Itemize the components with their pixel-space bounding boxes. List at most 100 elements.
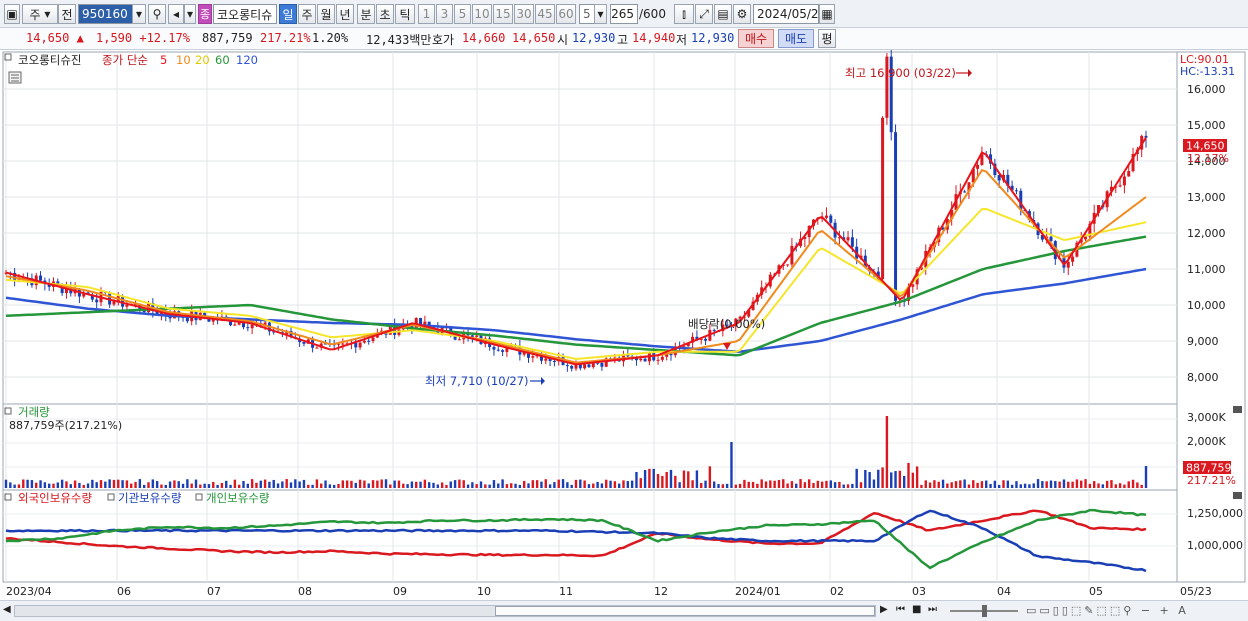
volume-bar — [324, 480, 327, 488]
bid-price: 14,650 — [512, 31, 556, 45]
code-dropdown-icon[interactable]: ▾ — [132, 4, 146, 24]
volume-bar — [475, 484, 478, 488]
volume-bar — [587, 484, 591, 488]
volume-bar — [566, 482, 569, 488]
volume-bar — [561, 479, 565, 488]
scroll-thumb[interactable] — [495, 606, 875, 616]
interval-45-button[interactable]: 45 — [535, 4, 555, 24]
volume-bar — [708, 466, 712, 488]
volume-bar — [756, 483, 759, 488]
volume-bar — [885, 416, 889, 488]
volume-bar — [531, 480, 535, 488]
volume-bar — [605, 479, 608, 488]
volume-bar — [1002, 480, 1005, 488]
volume-bar — [432, 482, 435, 488]
volume-bar — [527, 483, 530, 488]
interval-10-button[interactable]: 10 — [472, 4, 492, 24]
stock-name-field[interactable]: 코오롱티슈 — [213, 4, 277, 24]
volume-bar — [868, 472, 871, 488]
code-input[interactable]: 950160 — [78, 4, 136, 24]
window-icon[interactable]: ▣ — [4, 4, 20, 24]
gear-icon[interactable]: ⚙ — [733, 4, 751, 24]
candle-body — [552, 360, 556, 362]
interval-15-button[interactable]: 15 — [493, 4, 513, 24]
draw-tool-icon[interactable]: ⤢ — [695, 4, 713, 24]
volume-panel-close-icon[interactable] — [1233, 406, 1242, 413]
last-price-value: 14,650 — [1186, 140, 1225, 153]
holder-tick-1000000: 1,000,000 — [1187, 539, 1243, 552]
volume-bar — [1114, 484, 1117, 488]
interval-30-button[interactable]: 30 — [514, 4, 534, 24]
volume-bar — [492, 480, 496, 488]
volume-bar — [1049, 480, 1053, 488]
bottom-bar: ◀ ▶ ⏮ ■ ⏭ ▭▭▯▯⬚✎⬚⬚⚲ − + A — [0, 600, 1248, 621]
zoom-slider-handle[interactable] — [982, 605, 987, 617]
candle-body — [850, 237, 854, 247]
rewind-icon[interactable]: ⏮ — [896, 604, 905, 615]
period-month-button[interactable]: 월 — [317, 4, 335, 24]
volume-bar — [328, 484, 332, 488]
save-icon[interactable]: ▤ — [714, 4, 732, 24]
volume-bar — [242, 480, 245, 488]
interval-3-button[interactable]: 3 — [436, 4, 453, 24]
volume-bar — [415, 481, 418, 488]
search-icon[interactable]: ⚲ — [148, 4, 166, 24]
period-year-button[interactable]: 년 — [336, 4, 354, 24]
date-input[interactable]: 2024/05/23 — [753, 4, 826, 24]
ma120-label: 120 — [236, 53, 258, 67]
volume-bar — [121, 480, 124, 488]
interval-1-button[interactable]: 1 — [418, 4, 435, 24]
trade-amount: 12,433백만 — [366, 33, 432, 47]
scroll-right-icon[interactable]: ▶ — [880, 604, 888, 615]
speaker-dropdown-icon[interactable]: ▾ — [184, 4, 196, 24]
period-minute-button[interactable]: 분 — [357, 4, 375, 24]
period-day-button[interactable]: 일 — [279, 4, 297, 24]
calendar-icon[interactable]: ▦ — [819, 4, 835, 24]
period-week-button[interactable]: 주 — [298, 4, 316, 24]
buy-button[interactable]: 매수 — [738, 29, 774, 48]
stop-icon[interactable]: ■ — [912, 604, 921, 615]
volume-bar — [691, 480, 694, 488]
volume-bar — [622, 480, 625, 488]
volume-bar — [838, 481, 841, 488]
interval-5-button[interactable]: 5 — [454, 4, 471, 24]
volume-bar — [1075, 479, 1079, 488]
volume-bar — [855, 468, 858, 488]
volume-bar — [937, 481, 940, 488]
stock-chart[interactable]: 코오롱티슈진 종가 단순 5 10 20 60 120 LC:90.01 HC:… — [0, 50, 1248, 600]
speaker-icon[interactable]: ◂ — [168, 4, 184, 24]
candle-body — [1071, 256, 1075, 262]
scroll-track[interactable] — [14, 605, 876, 617]
x-axis-label: 06 — [117, 585, 131, 598]
interval-60-button[interactable]: 60 — [556, 4, 576, 24]
period-second-button[interactable]: 초 — [376, 4, 394, 24]
candle-body — [531, 356, 535, 358]
volume-bar — [233, 479, 237, 488]
holder-panel-close-icon[interactable] — [1233, 492, 1242, 499]
x-axis-label: 04 — [997, 585, 1011, 598]
count-input[interactable]: 265 — [610, 4, 638, 24]
volume-bar — [423, 479, 427, 488]
volume-bar — [384, 479, 388, 488]
candle-type-icon[interactable]: ⫾ — [674, 4, 694, 24]
sell-button[interactable]: 매도 — [778, 29, 814, 48]
eval-button[interactable]: 평 — [818, 29, 836, 48]
prev-button[interactable]: 전 — [58, 4, 76, 24]
volume-bar — [332, 484, 336, 488]
volume-bar — [1036, 479, 1040, 488]
volume-bar — [427, 482, 431, 488]
forward-icon[interactable]: ⏭ — [928, 604, 937, 615]
volume-bar — [1080, 480, 1083, 488]
candle-body — [704, 338, 708, 341]
market-select[interactable]: 주 ▾ — [22, 4, 58, 24]
candle-body — [457, 339, 461, 341]
interval-dropdown-icon[interactable]: ▾ — [594, 4, 607, 24]
volume-bar — [993, 480, 997, 488]
volume-bar — [117, 479, 120, 488]
stock-name-label: 코오롱티슈진 — [18, 53, 81, 67]
period-tick-button[interactable]: 틱 — [395, 4, 415, 24]
scroll-left-icon[interactable]: ◀ — [3, 604, 13, 618]
candle-body — [302, 342, 306, 344]
chart-tool-icons[interactable]: ▭▭▯▯⬚✎⬚⬚⚲ − + A — [1026, 604, 1189, 617]
candle-body — [501, 350, 505, 352]
